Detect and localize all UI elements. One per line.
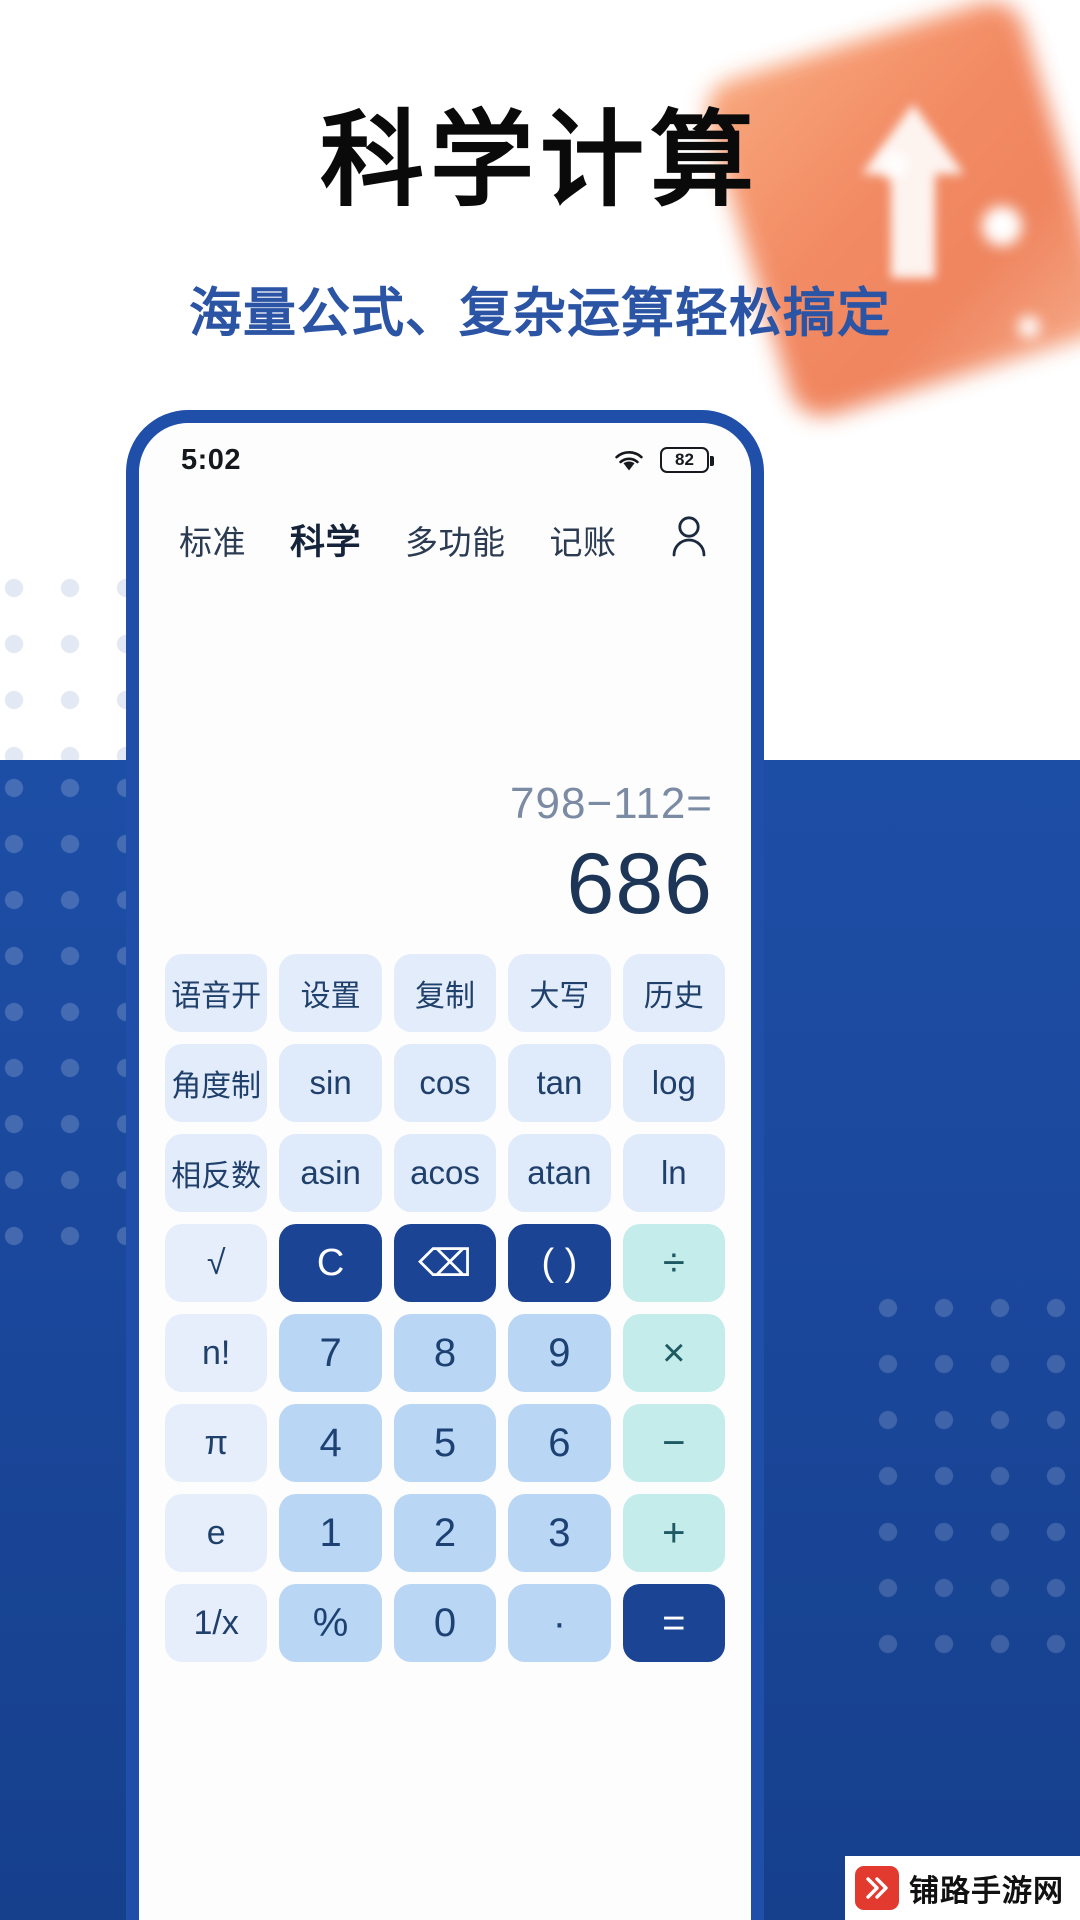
- phone-mockup: 5:02 82 标准 科学 多功能 记账 798−112= 686 语音开 设置…: [126, 410, 764, 1920]
- status-indicators: 82: [612, 447, 714, 473]
- key-7[interactable]: 7: [279, 1314, 382, 1392]
- key-acos[interactable]: acos: [393, 1134, 497, 1212]
- status-time: 5:02: [181, 443, 242, 476]
- dot-pattern-right: [860, 1280, 1080, 1680]
- user-icon: [672, 516, 706, 557]
- key-%[interactable]: %: [279, 1584, 382, 1662]
- key-asin[interactable]: asin: [279, 1134, 382, 1212]
- key-1/x[interactable]: 1/x: [165, 1584, 268, 1662]
- display-expression: 798−112=: [510, 779, 713, 828]
- calculator-keypad: 语音开 设置 复制 大写 历史角度制 sin cos tan log 相反数 asin acos ata…: [139, 950, 751, 1662]
- key-0[interactable]: 0: [393, 1584, 497, 1662]
- key-2[interactable]: 2: [393, 1494, 497, 1572]
- key-5[interactable]: 5: [393, 1404, 497, 1482]
- page-title: 科学计算: [319, 103, 760, 219]
- tab-bar: 标准 科学 多功能 记账: [139, 485, 751, 570]
- promo-screenshot: 科学计算 海量公式、复杂运算轻松搞定 5:02 82 标准 科学 多功能 记账 …: [0, 0, 1080, 1920]
- key-ln[interactable]: ln: [622, 1134, 725, 1212]
- key-⌫[interactable]: ⌫: [393, 1224, 497, 1302]
- key-√[interactable]: √: [165, 1224, 268, 1302]
- key-设置[interactable]: 设置: [279, 954, 382, 1032]
- calculator-display: 798−112= 686: [139, 570, 751, 950]
- tab-bookkeeping[interactable]: 记账: [550, 516, 617, 564]
- phone-screen: 5:02 82 标准 科学 多功能 记账 798−112= 686 语音开 设置…: [139, 423, 751, 1920]
- key-1[interactable]: 1: [279, 1494, 382, 1572]
- key-×[interactable]: ×: [622, 1314, 725, 1392]
- key-n![interactable]: n!: [165, 1314, 268, 1392]
- key-÷[interactable]: ÷: [622, 1224, 725, 1302]
- key-cos[interactable]: cos: [393, 1044, 497, 1122]
- tab-scientific[interactable]: 科学: [290, 514, 361, 565]
- profile-button[interactable]: [667, 513, 711, 566]
- key-π[interactable]: π: [165, 1404, 268, 1482]
- key-log[interactable]: log: [622, 1044, 725, 1122]
- key-语音开[interactable]: 语音开: [165, 954, 268, 1032]
- watermark-badge: 铺路手游网: [845, 1856, 1080, 1920]
- key-e[interactable]: e: [165, 1494, 268, 1572]
- wifi-icon: [615, 451, 643, 471]
- key-相反数[interactable]: 相反数: [165, 1134, 268, 1212]
- key-+[interactable]: +: [622, 1494, 725, 1572]
- key-=[interactable]: =: [622, 1584, 725, 1662]
- key-tan[interactable]: tan: [508, 1044, 611, 1122]
- key-4[interactable]: 4: [279, 1404, 382, 1482]
- key-sin[interactable]: sin: [279, 1044, 382, 1122]
- key-大写[interactable]: 大写: [508, 954, 611, 1032]
- key-复制[interactable]: 复制: [393, 954, 497, 1032]
- key-角度制[interactable]: 角度制: [165, 1044, 268, 1122]
- tab-standard[interactable]: 标准: [179, 516, 246, 564]
- key-C[interactable]: C: [279, 1224, 382, 1302]
- key-3[interactable]: 3: [508, 1494, 611, 1572]
- key-历史[interactable]: 历史: [622, 954, 725, 1032]
- battery-icon: 82: [660, 447, 714, 473]
- key-·[interactable]: ·: [508, 1584, 611, 1662]
- key-6[interactable]: 6: [508, 1404, 611, 1482]
- key-8[interactable]: 8: [393, 1314, 497, 1392]
- battery-percent: 82: [675, 450, 694, 469]
- key-−[interactable]: −: [622, 1404, 725, 1482]
- watermark-text: 铺路手游网: [909, 1875, 1064, 1908]
- tab-multifunction[interactable]: 多功能: [405, 516, 506, 564]
- key-()[interactable]: ( ): [508, 1224, 611, 1302]
- page-subtitle: 海量公式、复杂运算轻松搞定: [189, 284, 891, 343]
- key-9[interactable]: 9: [508, 1314, 611, 1392]
- status-bar: 5:02 82: [139, 423, 751, 485]
- key-atan[interactable]: atan: [508, 1134, 611, 1212]
- double-chevron-icon: [855, 1866, 899, 1910]
- display-result: 686: [566, 836, 713, 932]
